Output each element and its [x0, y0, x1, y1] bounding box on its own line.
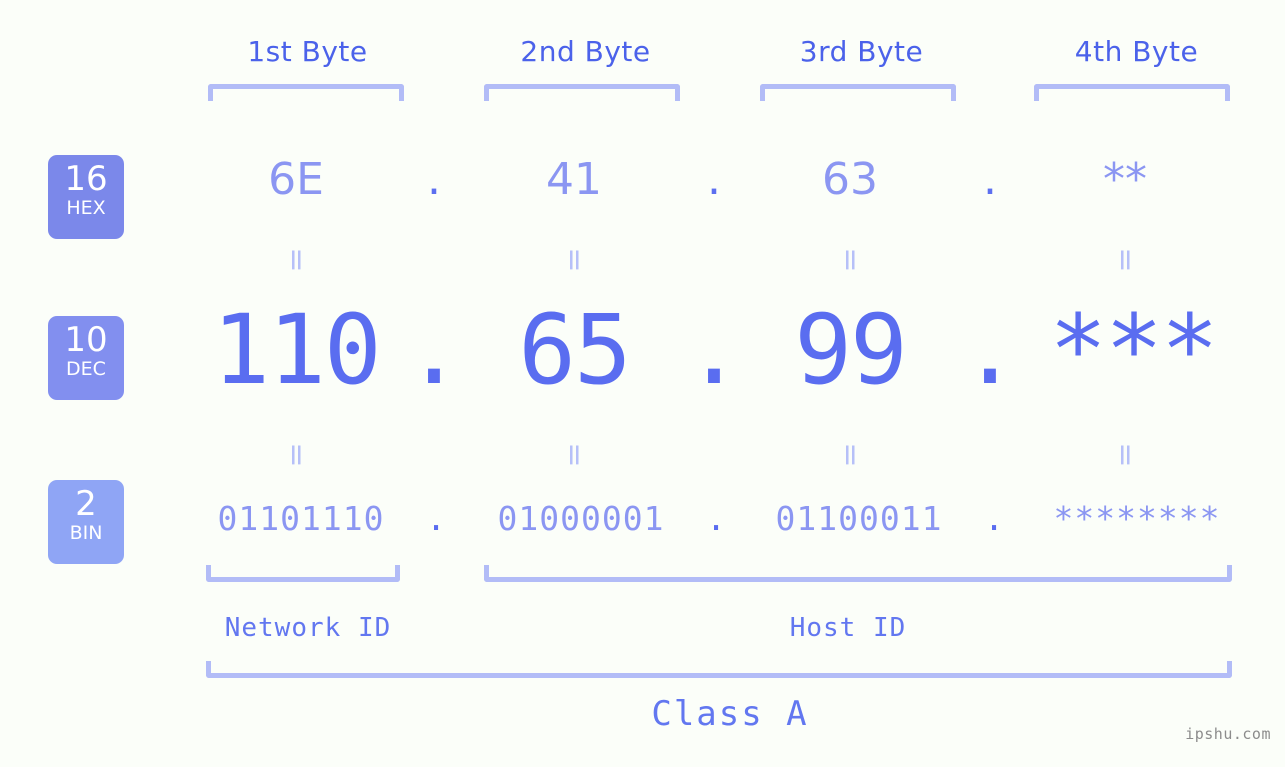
base-badge-bin-name: BIN: [69, 522, 103, 544]
dec-separator-3: .: [961, 294, 1019, 406]
base-badge-hex-name: HEX: [66, 197, 106, 219]
byte-header-3: 3rd Byte: [799, 35, 924, 68]
dec-byte-2: 65: [518, 294, 632, 406]
hex-byte-1: 6E: [268, 154, 324, 205]
hex-byte-4: **: [1103, 154, 1147, 205]
byte-bracket-top-4: [1034, 84, 1230, 101]
host-id-bracket: [484, 565, 1232, 582]
hex-separator-2: .: [707, 154, 721, 205]
dec-byte-1: 110: [212, 294, 381, 406]
byte-bracket-top-3: [760, 84, 956, 101]
base-badge-bin-number: 2: [75, 484, 97, 524]
base-badge-dec-number: 10: [64, 320, 108, 360]
network-id-bracket: [206, 565, 400, 582]
base-badge-bin: 2 BIN: [48, 480, 124, 564]
bin-separator-1: .: [426, 499, 446, 538]
bin-byte-3: 01100011: [775, 499, 943, 538]
dec-separator-2: .: [685, 294, 743, 406]
byte-header-1: 1st Byte: [247, 35, 368, 68]
dec-byte-3: 99: [794, 294, 908, 406]
base-badge-dec-name: DEC: [66, 358, 106, 380]
class-bracket: [206, 661, 1232, 678]
base-badge-hex-number: 16: [64, 159, 108, 199]
network-id-label: Network ID: [224, 613, 392, 643]
bin-byte-1: 01101110: [217, 499, 385, 538]
equals-connector-dec-bin-3: =: [833, 442, 868, 468]
equals-connector-hex-dec-4: =: [1108, 247, 1143, 273]
hex-byte-3: 63: [822, 154, 878, 205]
dec-separator-1: .: [405, 294, 463, 406]
equals-connector-dec-bin-2: =: [557, 442, 592, 468]
byte-header-2: 2nd Byte: [520, 35, 651, 68]
base-badge-hex: 16 HEX: [48, 155, 124, 239]
bin-separator-2: .: [706, 499, 726, 538]
byte-bracket-top-2: [484, 84, 680, 101]
bin-byte-2: 01000001: [497, 499, 665, 538]
bin-separator-3: .: [984, 499, 1004, 538]
ip-address-breakdown-diagram: 1st Byte 2nd Byte 3rd Byte 4th Byte 16 H…: [0, 0, 1285, 767]
class-label: Class A: [651, 694, 809, 734]
equals-connector-hex-dec-2: =: [557, 247, 592, 273]
byte-header-4: 4th Byte: [1074, 35, 1199, 68]
bin-byte-4: ********: [1053, 499, 1221, 538]
hex-byte-2: 41: [546, 154, 602, 205]
equals-connector-hex-dec-1: =: [279, 247, 314, 273]
hex-separator-3: .: [983, 154, 997, 205]
byte-bracket-top-1: [208, 84, 404, 101]
equals-connector-dec-bin-1: =: [279, 442, 314, 468]
dec-byte-4: ***: [1049, 294, 1218, 406]
base-badge-dec: 10 DEC: [48, 316, 124, 400]
equals-connector-dec-bin-4: =: [1108, 442, 1143, 468]
site-watermark: ipshu.com: [1185, 725, 1271, 743]
host-id-label: Host ID: [789, 613, 907, 643]
equals-connector-hex-dec-3: =: [833, 247, 868, 273]
hex-separator-1: .: [427, 154, 441, 205]
